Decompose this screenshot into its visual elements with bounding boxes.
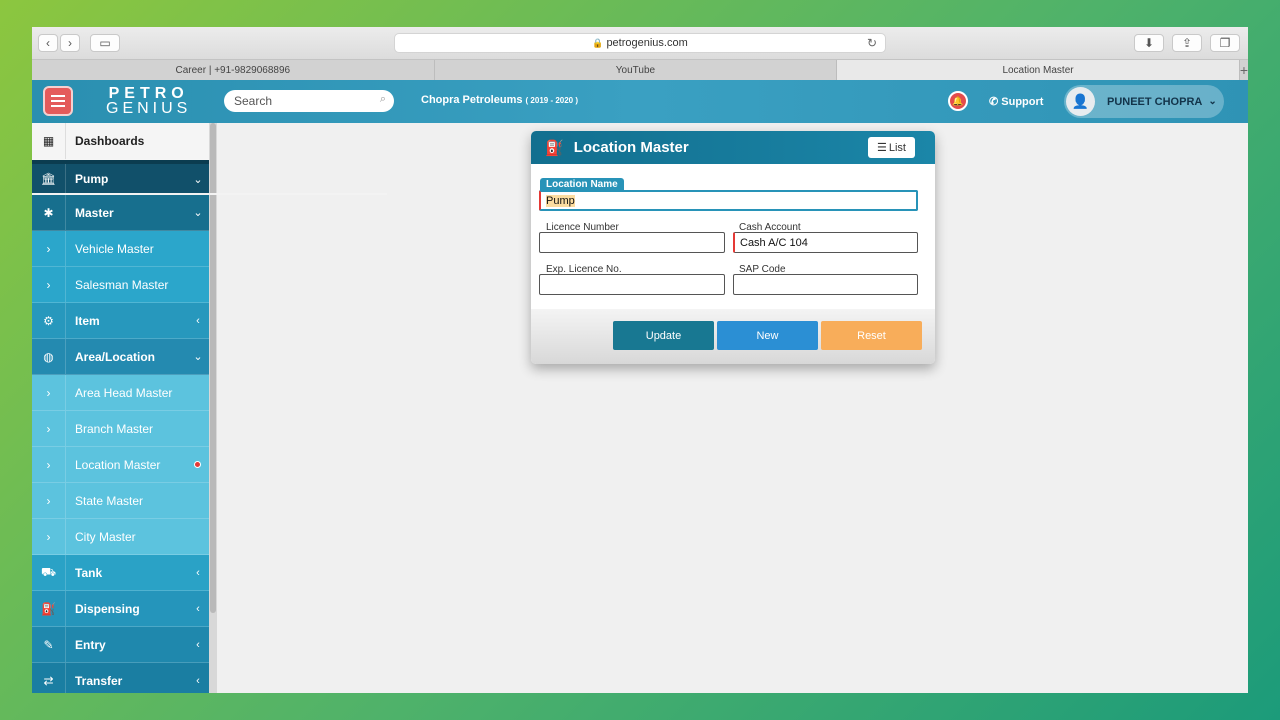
- exp-licence-field[interactable]: [539, 274, 725, 295]
- active-indicator-dot: [194, 461, 201, 468]
- cubes-icon: ⚙: [32, 303, 66, 338]
- sidebar-item-entry[interactable]: ✎ Entry ‹: [32, 627, 209, 663]
- chevron-left-icon: ‹: [196, 566, 200, 579]
- globe-icon: ◍: [32, 339, 66, 374]
- tab-location-master[interactable]: Location Master: [837, 60, 1240, 81]
- sidebar-item-item[interactable]: ⚙ Item ‹: [32, 303, 209, 339]
- fiscal-year: ( 2019 - 2020 ): [525, 96, 579, 105]
- sidebar-item-pump[interactable]: 🏛 Pump ⌄: [32, 160, 209, 195]
- search-input[interactable]: Search ⌕: [224, 90, 394, 112]
- form-title: Location Master: [573, 139, 689, 156]
- form-header: ⛽ Location Master ☰ List: [531, 131, 935, 164]
- chevron-right-icon: ›: [32, 483, 66, 518]
- sidebar-item-master[interactable]: ✱ Master ⌄: [32, 195, 209, 231]
- tab-youtube[interactable]: YouTube: [435, 60, 838, 81]
- logo: PETRO GENIUS: [106, 85, 192, 117]
- sidebar-item-city-master[interactable]: › City Master: [32, 519, 209, 555]
- browser-toolbar: ‹ › ▭ 🔒 petrogenius.com ↻ ⬇ ⇪ ❐: [32, 27, 1248, 59]
- sidebar-item-dispensing[interactable]: ⛽ Dispensing ‹: [32, 591, 209, 627]
- sidebar-item-branch-master[interactable]: › Branch Master: [32, 411, 209, 447]
- edit-icon: ✎: [32, 627, 66, 662]
- support-link[interactable]: ✆ Support: [989, 95, 1043, 108]
- tabs-overview-icon[interactable]: ❐: [1210, 34, 1240, 52]
- asterisk-icon: ✱: [32, 195, 66, 230]
- address-bar[interactable]: 🔒 petrogenius.com ↻: [394, 33, 886, 53]
- form-actions: Update New Reset: [531, 309, 935, 364]
- share-icon[interactable]: ⇪: [1172, 34, 1202, 52]
- sidebar-toggle-icon[interactable]: ▭: [90, 34, 120, 52]
- tab-career[interactable]: Career | +91-9829068896: [32, 60, 435, 81]
- forward-icon[interactable]: ›: [60, 34, 80, 52]
- sidebar-item-vehicle-master[interactable]: › Vehicle Master: [32, 231, 209, 267]
- truck-icon: ⛟: [32, 555, 66, 590]
- chevron-right-icon: ›: [32, 447, 66, 482]
- chevron-right-icon: ›: [32, 267, 66, 302]
- list-button[interactable]: ☰ List: [868, 137, 915, 158]
- sidebar-item-area-head-master[interactable]: › Area Head Master: [32, 375, 209, 411]
- chevron-down-icon: ⌄: [193, 351, 203, 363]
- chevron-left-icon: ‹: [196, 674, 200, 687]
- chevron-right-icon: ›: [32, 411, 66, 446]
- bank-icon: 🏛: [32, 164, 66, 194]
- sap-code-field[interactable]: [733, 274, 918, 295]
- sidebar: ▦ Dashboards 🏛 Pump ⌄ ✱ Master ⌄ › Vehic…: [32, 123, 209, 693]
- sidebar-scroll-thumb[interactable]: [210, 123, 216, 613]
- search-placeholder: Search: [234, 94, 273, 108]
- chevron-down-icon: ⌄: [1208, 96, 1217, 107]
- support-label: Support: [1001, 96, 1044, 108]
- new-tab-icon[interactable]: +: [1240, 60, 1248, 80]
- reset-button[interactable]: Reset: [821, 321, 922, 350]
- company-title: Chopra Petroleums: [421, 94, 523, 106]
- chevron-right-icon: ›: [32, 231, 66, 266]
- chevron-right-icon: ›: [32, 375, 66, 410]
- user-menu[interactable]: 👤 PUNEET CHOPRA ⌄: [1064, 85, 1224, 118]
- grid-icon: ▦: [32, 123, 66, 159]
- lock-icon: 🔒: [592, 37, 604, 48]
- chevron-left-icon: ‹: [196, 314, 200, 327]
- sidebar-item-transfer[interactable]: ⇄ Transfer ‹: [32, 663, 209, 693]
- sidebar-item-dashboards[interactable]: ▦ Dashboards: [32, 123, 209, 160]
- location-name-field[interactable]: Pump: [539, 190, 918, 211]
- chevron-down-icon: ⌄: [193, 207, 203, 219]
- chevron-left-icon: ‹: [196, 638, 200, 651]
- list-icon: ☰: [877, 142, 887, 154]
- sidebar-item-area-location[interactable]: ◍ Area/Location ⌄: [32, 339, 209, 375]
- chevron-left-icon: ‹: [196, 602, 200, 615]
- fuel-pump-icon: ⛽: [32, 591, 66, 626]
- exchange-icon: ⇄: [32, 663, 66, 693]
- back-icon[interactable]: ‹: [38, 34, 58, 52]
- sidebar-item-salesman-master[interactable]: › Salesman Master: [32, 267, 209, 303]
- download-icon[interactable]: ⬇: [1134, 34, 1164, 52]
- location-name-value: Pump: [546, 194, 575, 207]
- browser-tabs: Career | +91-9829068896 YouTube Location…: [32, 59, 1248, 81]
- location-master-form: ⛽ Location Master ☰ List Location Name P…: [531, 131, 935, 364]
- phone-icon: ✆: [989, 96, 999, 108]
- chevron-right-icon: ›: [32, 519, 66, 554]
- company-name: Chopra Petroleums ( 2019 - 2020 ): [421, 94, 578, 106]
- sidebar-item-tank[interactable]: ⛟ Tank ‹: [32, 555, 209, 591]
- chevron-down-icon: ⌄: [193, 173, 203, 186]
- fuel-pump-icon: ⛽: [545, 139, 564, 157]
- divider: [32, 193, 387, 195]
- sidebar-item-state-master[interactable]: › State Master: [32, 483, 209, 519]
- browser-window: ‹ › ▭ 🔒 petrogenius.com ↻ ⬇ ⇪ ❐ Career |…: [32, 27, 1248, 693]
- hamburger-menu-button[interactable]: [43, 86, 73, 116]
- new-button[interactable]: New: [717, 321, 818, 350]
- reload-icon[interactable]: ↻: [867, 36, 877, 50]
- cash-account-field[interactable]: Cash A/C 104: [733, 232, 918, 253]
- update-button[interactable]: Update: [613, 321, 714, 350]
- address-text: petrogenius.com: [606, 37, 688, 49]
- logo-line2: GENIUS: [106, 100, 192, 117]
- sidebar-item-location-master[interactable]: › Location Master: [32, 447, 209, 483]
- user-name: PUNEET CHOPRA: [1107, 95, 1203, 108]
- bell-icon[interactable]: 🔔: [948, 91, 968, 111]
- licence-number-field[interactable]: [539, 232, 725, 253]
- avatar: 👤: [1066, 87, 1095, 116]
- list-label: List: [888, 141, 906, 154]
- logo-line1: PETRO: [108, 85, 189, 102]
- app-header: PETRO GENIUS Search ⌕ Chopra Petroleums …: [32, 80, 1248, 123]
- search-icon[interactable]: ⌕: [380, 93, 386, 106]
